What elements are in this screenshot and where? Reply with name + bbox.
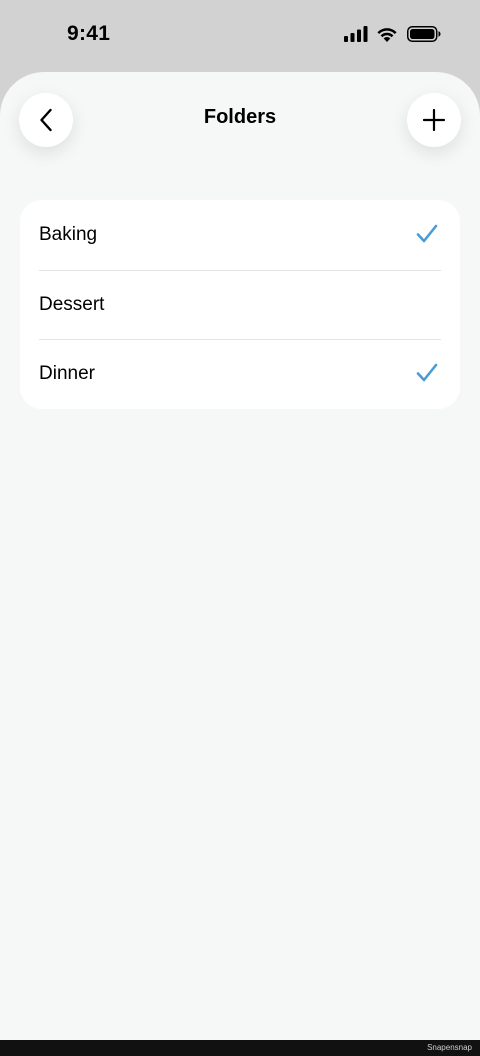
folders-sheet: Folders Baking Dessert Dinner xyxy=(0,72,480,1040)
screen: 9:41 Folders Baking Dessert Dinner Snape… xyxy=(0,0,480,1056)
folder-item-dessert[interactable]: Dessert xyxy=(20,269,460,340)
add-folder-button[interactable] xyxy=(407,93,461,147)
checkmark-icon xyxy=(416,224,438,243)
folder-item-dinner[interactable]: Dinner xyxy=(20,339,460,409)
footer-bar: Snapensnap xyxy=(0,1040,480,1056)
plus-icon xyxy=(422,108,446,132)
folder-label: Dessert xyxy=(39,293,105,315)
folder-item-baking[interactable]: Baking xyxy=(20,200,460,270)
folder-list: Baking Dessert Dinner xyxy=(20,200,460,409)
battery-icon xyxy=(407,26,441,42)
status-time: 9:41 xyxy=(67,22,111,45)
folder-label: Baking xyxy=(39,224,98,245)
checkmark-icon xyxy=(416,363,438,382)
status-bar: 9:41 xyxy=(0,0,480,72)
cellular-signal-icon xyxy=(344,26,368,42)
folder-label: Dinner xyxy=(39,363,95,384)
wifi-icon xyxy=(377,28,397,42)
footer-brand: Snapensnap xyxy=(427,1043,472,1052)
